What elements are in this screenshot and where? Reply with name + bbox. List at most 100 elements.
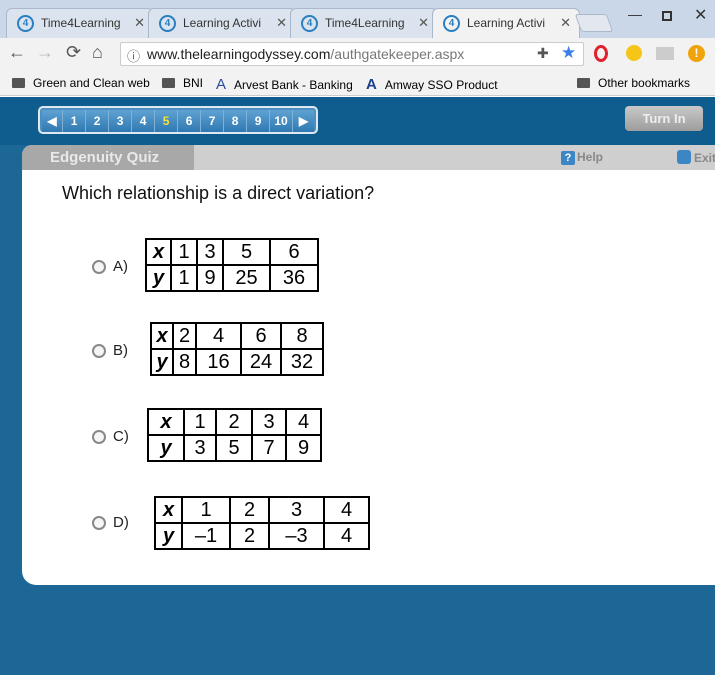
option-table: x 2 4 6 8 y 8 16 24 32 (150, 322, 324, 376)
table-row: x2468 (150, 322, 324, 350)
table-cell: 6 (269, 238, 319, 266)
back-icon[interactable]: ← (8, 42, 26, 63)
option-label[interactable]: B) (113, 342, 128, 359)
table-cell: 9 (196, 264, 224, 292)
table-cell: –3 (268, 522, 325, 550)
folder-icon (577, 78, 590, 88)
url-host: www.thelearningodyssey.com (147, 46, 331, 62)
option-label[interactable]: A) (113, 258, 128, 275)
table-cell: 7 (251, 434, 287, 462)
address-bar[interactable]: ⓘ www.thelearningodyssey.com/authgatekee… (120, 42, 584, 66)
reload-icon[interactable]: ⟳ (66, 42, 81, 63)
extension-icon[interactable]: ✚ (537, 45, 549, 62)
amway-logo-icon: A (366, 76, 377, 93)
home-icon[interactable]: ⌂ (92, 42, 103, 63)
table-row: y3579 (147, 434, 322, 462)
option-label[interactable]: D) (113, 514, 129, 531)
table-cell: 16 (195, 348, 242, 376)
table-cell: 6 (240, 322, 282, 350)
other-bookmarks[interactable]: Other bookmarks (577, 76, 690, 90)
table-row: x1234 (147, 408, 322, 436)
close-tab-icon[interactable]: ✕ (560, 15, 571, 31)
close-tab-icon[interactable]: ✕ (134, 15, 145, 31)
page-button-1[interactable]: 1 (63, 110, 87, 132)
table-row: x1356 (145, 238, 319, 266)
page-button-3[interactable]: 3 (109, 110, 133, 132)
table-cell: 4 (323, 496, 370, 524)
page-button-10[interactable]: 10 (270, 110, 294, 132)
mail-icon[interactable] (656, 47, 674, 60)
arvest-logo-icon: A (216, 76, 227, 93)
bookmark-0[interactable]: Green and Clean web (12, 76, 150, 90)
table-cell: 36 (269, 264, 319, 292)
bookmark-2[interactable]: A Arvest Bank - Banking (216, 76, 356, 93)
browser-tab[interactable]: 4 Learning Activi ✕ (148, 8, 296, 38)
page-button-2[interactable]: 2 (86, 110, 110, 132)
page-button-9[interactable]: 9 (247, 110, 271, 132)
close-window-button[interactable]: ✕ (694, 5, 707, 25)
row-label: x (154, 496, 183, 524)
table-cell: 3 (183, 434, 217, 462)
page-button-8[interactable]: 8 (224, 110, 248, 132)
table-cell: 9 (285, 434, 322, 462)
pacman-icon[interactable] (626, 45, 642, 61)
minimize-button[interactable]: — (628, 6, 642, 22)
close-tab-icon[interactable]: ✕ (276, 15, 287, 31)
option-radio-c[interactable] (92, 430, 106, 444)
table-cell: 1 (170, 238, 198, 266)
page-button-5[interactable]: 5 (155, 110, 179, 132)
page-button-4[interactable]: 4 (132, 110, 156, 132)
page-button-7[interactable]: 7 (201, 110, 225, 132)
exit-button[interactable]: Exit (677, 150, 715, 165)
option-radio-b[interactable] (92, 344, 106, 358)
row-label: y (150, 348, 174, 376)
row-label: x (147, 408, 185, 436)
option-table: x1234y3579 (147, 408, 322, 462)
page-button-6[interactable]: 6 (178, 110, 202, 132)
browser-tab[interactable]: 4 Learning Activi ✕ (432, 8, 580, 38)
close-tab-icon[interactable]: ✕ (418, 15, 429, 31)
table-row: y 8 16 24 32 (150, 348, 324, 376)
browser-tab[interactable]: 4 Time4Learning ✕ (290, 8, 438, 38)
table-cell: –1 (181, 522, 231, 550)
option-radio-d[interactable] (92, 516, 106, 530)
table-cell: 4 (285, 408, 322, 436)
bookmark-3[interactable]: A Amway SSO Product (366, 76, 502, 93)
option-table: x 1 2 3 4 y –1 2 –3 4 (154, 496, 370, 550)
alert-icon[interactable]: ! (688, 45, 705, 62)
table-cell: 2 (172, 322, 197, 350)
table-cell: 24 (240, 348, 282, 376)
table-cell: 5 (222, 238, 271, 266)
table-cell: 1 (170, 264, 198, 292)
forward-icon[interactable]: → (36, 42, 54, 63)
help-button[interactable]: ? Help (561, 150, 603, 165)
bookmark-star-icon[interactable]: ★ (561, 43, 576, 63)
table-cell: 4 (195, 322, 242, 350)
opera-icon[interactable] (594, 45, 608, 62)
folder-icon (12, 78, 25, 88)
option-radio-a[interactable] (92, 260, 106, 274)
next-page-button[interactable]: ▶ (293, 110, 314, 132)
folder-icon (162, 78, 175, 88)
row-label: y (145, 264, 172, 292)
table-cell: 3 (268, 496, 325, 524)
turn-in-button[interactable]: Turn In (625, 106, 703, 131)
question-text: Which relationship is a direct variation… (62, 183, 375, 203)
tab-title: Learning Activi (183, 16, 262, 30)
browser-tab[interactable]: 4 Time4Learning ✕ (6, 8, 154, 38)
option-label[interactable]: C) (113, 428, 129, 445)
tab-title: Learning Activi (467, 16, 546, 30)
table-row: y 1 9 25 36 (145, 264, 319, 292)
option-table: x 1 3 5 6 y 1 9 25 36 (145, 238, 319, 292)
question-pager: ◀ 1 2 3 4 5 6 7 8 9 10 ▶ (38, 106, 318, 134)
table-cell: 2 (229, 522, 270, 550)
row-label: x (145, 238, 172, 266)
new-tab-button[interactable] (574, 14, 614, 32)
prev-page-button[interactable]: ◀ (42, 110, 64, 132)
table-row: x1234 (154, 496, 370, 524)
table-cell: 32 (280, 348, 324, 376)
bookmark-1[interactable]: BNI (162, 76, 203, 90)
table-cell: 25 (222, 264, 271, 292)
time4learning-icon: 4 (17, 15, 34, 32)
maximize-button[interactable] (662, 11, 672, 21)
